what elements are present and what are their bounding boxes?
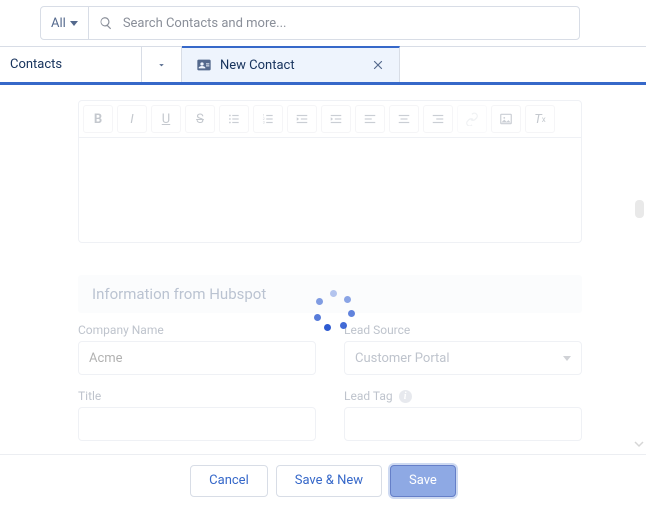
info-icon[interactable]: i [399, 390, 412, 403]
hubspot-form: Company Name Title Lead Source Customer … [78, 323, 582, 441]
modal-footer: Cancel Save & New Save [0, 454, 646, 506]
tab-contacts[interactable]: Contacts [0, 47, 142, 82]
chevron-down-icon [563, 356, 571, 361]
tab-nav-dropdown[interactable] [142, 47, 182, 82]
rte-clear-format-button[interactable]: Tx [525, 105, 555, 133]
scrollbar-down-arrow[interactable] [633, 438, 645, 450]
lead-source-label: Lead Source [344, 323, 582, 337]
search-icon [99, 16, 113, 30]
field-company-name: Company Name [78, 323, 316, 375]
cancel-button[interactable]: Cancel [190, 465, 268, 497]
form-content: B I U S 123 Tx Information from Hubspot … [0, 88, 632, 450]
lead-tag-label: Lead Tag [344, 389, 393, 403]
save-and-new-button[interactable]: Save & New [276, 465, 382, 497]
search-scope-label: All [51, 16, 66, 31]
search-input[interactable] [123, 16, 579, 31]
title-label: Title [78, 389, 316, 403]
rte-toolbar: B I U S 123 Tx [79, 101, 581, 138]
section-title: Information from Hubspot [92, 285, 266, 303]
lead-tag-input[interactable] [344, 407, 582, 441]
search-scope-dropdown[interactable]: All [41, 7, 89, 39]
rte-outdent-button[interactable] [287, 105, 317, 133]
field-title: Title [78, 389, 316, 441]
svg-text:3: 3 [263, 121, 265, 125]
field-lead-tag: Lead Tag i [344, 389, 582, 441]
chevron-down-icon [156, 58, 167, 72]
tab-label: New Contact [220, 58, 295, 73]
title-input[interactable] [78, 407, 316, 441]
scrollbar[interactable] [632, 92, 646, 450]
rte-italic-button[interactable]: I [117, 105, 147, 133]
global-search[interactable]: All [40, 6, 580, 40]
field-lead-source: Lead Source Customer Portal [344, 323, 582, 375]
rte-link-button[interactable] [457, 105, 487, 133]
lead-source-value: Customer Portal [355, 351, 450, 366]
close-icon[interactable] [371, 58, 385, 72]
rte-align-center-button[interactable] [389, 105, 419, 133]
chevron-down-icon [70, 21, 78, 26]
rte-bold-button[interactable]: B [83, 105, 113, 133]
rte-bullet-list-button[interactable] [219, 105, 249, 133]
tab-new-contact[interactable]: New Contact [182, 46, 400, 82]
lead-source-select[interactable]: Customer Portal [344, 341, 582, 375]
section-header-hubspot: Information from Hubspot [78, 275, 582, 313]
rte-underline-button[interactable]: U [151, 105, 181, 133]
rich-text-editor: B I U S 123 Tx [78, 100, 582, 243]
tab-label: Contacts [10, 57, 62, 72]
rte-align-left-button[interactable] [355, 105, 385, 133]
rte-strike-button[interactable]: S [185, 105, 215, 133]
contact-card-icon [196, 57, 212, 73]
company-name-input[interactable] [78, 341, 316, 375]
rte-indent-button[interactable] [321, 105, 351, 133]
rte-align-right-button[interactable] [423, 105, 453, 133]
scrollbar-thumb[interactable] [635, 200, 644, 218]
company-name-label: Company Name [78, 323, 316, 337]
save-button[interactable]: Save [390, 465, 456, 497]
rte-image-button[interactable] [491, 105, 521, 133]
workspace-tabs: Contacts New Contact [0, 47, 646, 85]
global-header: All [0, 0, 646, 46]
rte-textarea[interactable] [79, 138, 581, 242]
rte-number-list-button[interactable]: 123 [253, 105, 283, 133]
